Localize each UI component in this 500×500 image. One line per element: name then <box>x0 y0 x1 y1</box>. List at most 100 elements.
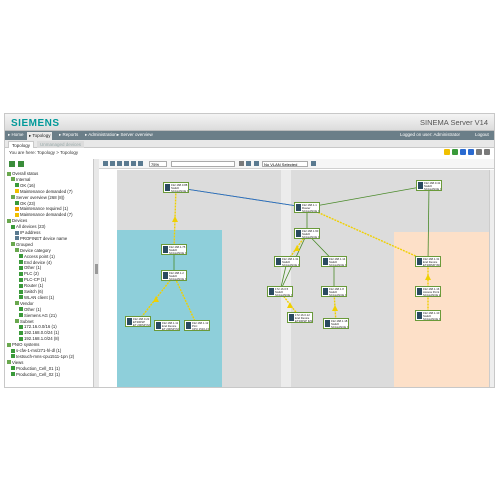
tree-node[interactable]: Other (1) <box>19 265 41 270</box>
tree-node[interactable]: Server overview (268 (8)) <box>11 195 64 200</box>
zoom-in-icon[interactable] <box>124 161 129 166</box>
device-node[interactable]: 192.168.1.10SwitchSCALANCE XF2... <box>415 310 441 321</box>
tab-topology[interactable]: Topology <box>8 141 35 148</box>
warning-icon[interactable] <box>331 304 338 311</box>
menu-reports[interactable]: ▸ Reports <box>59 132 78 138</box>
tree-node[interactable]: Views <box>7 360 23 365</box>
tree-node[interactable]: 172.16.0.0/16 (1) <box>19 324 57 329</box>
tree-node[interactable]: Subnet <box>15 319 34 324</box>
menu-administration[interactable]: ▸ Administration <box>85 132 117 138</box>
tree-node[interactable]: Device category <box>15 248 51 253</box>
tree-node[interactable]: s-cfw-1-ms/271-hl-dl (1) <box>11 348 61 353</box>
vlan-select[interactable]: No VLAN Selected <box>262 160 308 167</box>
network-link[interactable] <box>427 185 430 262</box>
tree-node[interactable]: Grouped <box>11 242 33 247</box>
menu-topology[interactable]: ▸ Topology <box>27 132 53 140</box>
device-node[interactable]: 192.168.1.8SwitchSCALANCE XF4... <box>321 286 347 297</box>
device-node[interactable]: 192.168.1.1RouterSCALANCE XM4... <box>294 202 320 213</box>
device-node[interactable]: 192.168.1.31End DeviceET200MP IM1... <box>415 256 441 267</box>
grid-icon[interactable] <box>117 161 122 166</box>
tree-node[interactable]: Internal <box>11 177 30 182</box>
tree-node[interactable]: OK (23) <box>15 201 35 206</box>
device-node[interactable]: 192.168.1.16Access PointSCALANCE W77... <box>415 286 441 297</box>
tree-node[interactable]: Access point (1) <box>19 254 55 259</box>
topology-map[interactable]: 192.168.0.88SwitchSCALANCE X10... 192.168… <box>99 170 491 387</box>
zoom-level-select[interactable]: 75% <box>149 160 167 167</box>
print-icon[interactable] <box>476 149 482 155</box>
tree-node[interactable]: Siemens AG (21) <box>19 313 57 318</box>
device-node[interactable]: 192.168.1.60SwitchSCALANCE XC2... <box>294 228 320 239</box>
warning-icon[interactable] <box>424 273 431 280</box>
tree-node[interactable]: Production_Cell_02 (1) <box>11 372 60 377</box>
network-link[interactable] <box>306 185 430 208</box>
device-node[interactable]: 192.168.1.12PLCCPU 1516-3 P... <box>184 320 210 331</box>
tree-node[interactable]: OK (16) <box>15 183 35 188</box>
logout-link[interactable]: Logout <box>475 132 489 137</box>
menu-home[interactable]: ▸ Home <box>8 132 24 138</box>
map-search-input[interactable] <box>171 160 235 167</box>
tree-node[interactable]: End device (4) <box>19 260 52 265</box>
menu-server-overview[interactable]: ▸ Server overview <box>117 132 153 138</box>
folder-icon[interactable] <box>444 149 450 155</box>
vlan-icon[interactable] <box>254 161 259 166</box>
zoom-out-icon[interactable] <box>131 161 136 166</box>
tree-node-label: PLC (2) <box>24 271 39 277</box>
vlan-settings-icon[interactable] <box>311 161 316 166</box>
device-node[interactable]: 192.168.1.31SwitchSCALANCE XC2... <box>274 256 300 267</box>
tree-node[interactable]: All devices (23) <box>11 224 45 229</box>
layout-icon[interactable] <box>110 161 115 166</box>
filter-icon[interactable] <box>246 161 251 166</box>
tree-node-label: Server overview (268 (8)) <box>16 194 65 200</box>
tree-node[interactable]: 192.168.1.0/24 (8) <box>19 336 59 341</box>
tree-node[interactable]: Maintenance required (1) <box>15 206 68 211</box>
status-icon[interactable] <box>452 149 458 155</box>
warning-icon[interactable] <box>293 244 300 251</box>
tree-node[interactable]: Router (1) <box>19 283 43 288</box>
tab-unmanaged-devices[interactable]: Unmanaged devices <box>37 141 85 148</box>
device-node[interactable]: 192.168.1.14SwitchSCALANCE XC2... <box>321 256 347 267</box>
warning-icon[interactable] <box>152 295 159 302</box>
tree-node[interactable]: 192.168.0.0/24 (1) <box>19 330 59 335</box>
expand-all-icon[interactable] <box>9 161 15 167</box>
device-node[interactable]: 192.168.0.41SwitchSCALANCE XC2... <box>416 180 442 191</box>
tree-node[interactable]: Other (1) <box>19 307 41 312</box>
tree-node[interactable]: Vendor <box>15 301 34 306</box>
tree-node[interactable]: testsuch-mns-cpu1511-1pn (2) <box>11 354 74 359</box>
pan-icon[interactable] <box>138 161 143 166</box>
tree-node[interactable]: PROFINET device name <box>15 236 67 241</box>
device-node[interactable]: 192.168.1.2SwitchSCALANCE XC2... <box>161 270 187 281</box>
search-icon[interactable] <box>239 161 244 166</box>
tree-node[interactable]: PLC (2) <box>19 271 39 276</box>
device-node[interactable]: 172.16.0.12 End Device ET200SP IM1... <box>287 312 313 323</box>
device-node[interactable]: 192.168.1.18SwitchSCALANCE XF2... <box>323 318 349 329</box>
tree-node[interactable]: IP address <box>15 230 40 235</box>
network-link[interactable] <box>173 275 198 326</box>
device-node[interactable]: 172.16.0.5SwitchSCALANCE XF1... <box>267 286 293 297</box>
device-node[interactable]: 192.168.1.75SwitchSCALANCE XC2... <box>161 244 187 255</box>
fit-view-icon[interactable] <box>103 161 108 166</box>
device-node[interactable]: 192.168.0.88SwitchSCALANCE X10... <box>163 182 189 193</box>
collapse-all-icon[interactable] <box>18 161 24 167</box>
device-node[interactable]: 192.168.0.22ET200SPET 200SP IM1... <box>125 316 151 327</box>
tree-node-label: Maintenance demanded (7) <box>20 188 73 194</box>
tree-node[interactable]: PNIO systems <box>7 342 39 347</box>
refresh-icon[interactable] <box>460 149 466 155</box>
device-node[interactable]: 192.168.1.11End DeviceET 200SP IM1... <box>154 320 180 331</box>
device-label-l3: SCALANCE XC2... <box>329 263 347 267</box>
tree-node[interactable]: WLAN client (1) <box>19 295 54 300</box>
tree-node[interactable]: Production_Cell_01 (1) <box>11 366 60 371</box>
tree-node[interactable]: Maintenance demanded (7) <box>15 212 73 217</box>
tree-node-label: Subnet <box>20 318 34 324</box>
help-icon[interactable] <box>468 149 474 155</box>
tree-node[interactable]: Overall status <box>7 171 38 176</box>
warning-icon[interactable] <box>286 301 293 308</box>
tree-node[interactable]: Switch (6) <box>19 289 43 294</box>
tree-node[interactable]: PLC-CP (1) <box>19 277 46 282</box>
settings-icon[interactable] <box>484 149 490 155</box>
tree-node[interactable]: Maintenance demanded (7) <box>15 189 73 194</box>
network-link[interactable] <box>306 206 429 263</box>
network-link[interactable] <box>175 187 308 208</box>
warning-icon[interactable] <box>171 215 178 222</box>
map-scrollbar[interactable] <box>489 170 494 387</box>
tree-node[interactable]: Devices <box>7 218 27 223</box>
